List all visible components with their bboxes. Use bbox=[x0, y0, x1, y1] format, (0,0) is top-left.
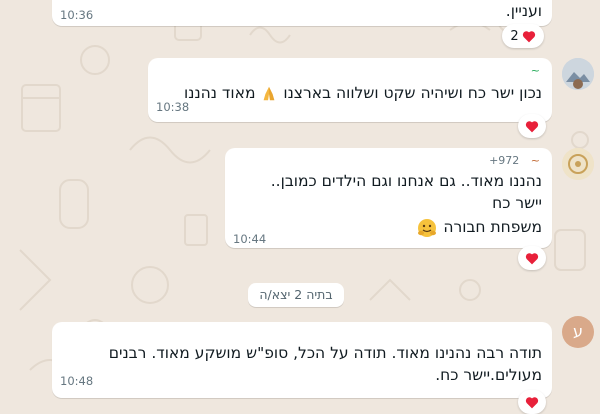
message-bubble[interactable]: ועניין. 10:36 bbox=[52, 0, 552, 26]
heart-icon bbox=[525, 396, 539, 408]
reaction-badge[interactable]: 2 bbox=[502, 24, 544, 48]
message-time: 10:44 bbox=[233, 232, 267, 246]
heart-icon bbox=[525, 120, 539, 132]
avatar[interactable] bbox=[562, 148, 594, 180]
avatar[interactable]: ע bbox=[562, 316, 594, 348]
praying-hands-emoji bbox=[264, 86, 275, 100]
hugging-face-emoji bbox=[418, 218, 437, 237]
avatar-letter: ע bbox=[572, 322, 583, 341]
heart-icon bbox=[522, 30, 535, 42]
message-text-main: נכון ישר כח ושיהיה שקט ושלווה בארצנו bbox=[283, 84, 542, 102]
reaction-badge[interactable] bbox=[518, 114, 546, 138]
message-time: 10:36 bbox=[60, 8, 94, 22]
message-bubble[interactable]: +972 ~ נהננו מאוד.. גם אנחנו וגם הילדים … bbox=[225, 148, 552, 248]
sender-info: +972 ~ bbox=[489, 154, 540, 168]
heart-icon bbox=[525, 252, 539, 264]
message-line: יישר כח bbox=[492, 194, 542, 212]
message-bubble[interactable]: ~ נכון ישר כח ושיהיה שקט ושלווה בארצנו מ… bbox=[148, 58, 552, 122]
system-message: בתיה 2 יצא/ה bbox=[248, 283, 344, 307]
reaction-badge[interactable] bbox=[518, 390, 546, 414]
avatar[interactable] bbox=[562, 58, 594, 90]
reaction-badge[interactable] bbox=[518, 246, 546, 270]
message-time: 10:48 bbox=[60, 374, 94, 388]
message-line: נהננו מאוד.. גם אנחנו וגם הילדים כמובן.. bbox=[270, 172, 542, 190]
sender-phone: +972 bbox=[489, 154, 520, 167]
message-bubble[interactable]: תודה רבה נהנינו מאוד. תודה על הכל, סופ"ש… bbox=[52, 322, 552, 398]
message-text: תודה רבה נהנינו מאוד. תודה על הכל, סופ"ש… bbox=[108, 344, 542, 384]
message-text: נכון ישר כח ושיהיה שקט ושלווה בארצנו מאו… bbox=[184, 82, 542, 104]
message-time: 10:38 bbox=[156, 100, 190, 114]
message-text: ועניין. bbox=[505, 2, 542, 20]
reaction-count: 2 bbox=[510, 28, 519, 44]
sender-name: ~ bbox=[530, 64, 540, 77]
sender-info: ~ bbox=[523, 64, 540, 78]
message-line: משפחת חבורה bbox=[416, 216, 542, 239]
sender-name: ~ bbox=[530, 154, 540, 167]
message-text-tail: מאוד נהננו bbox=[184, 84, 256, 102]
